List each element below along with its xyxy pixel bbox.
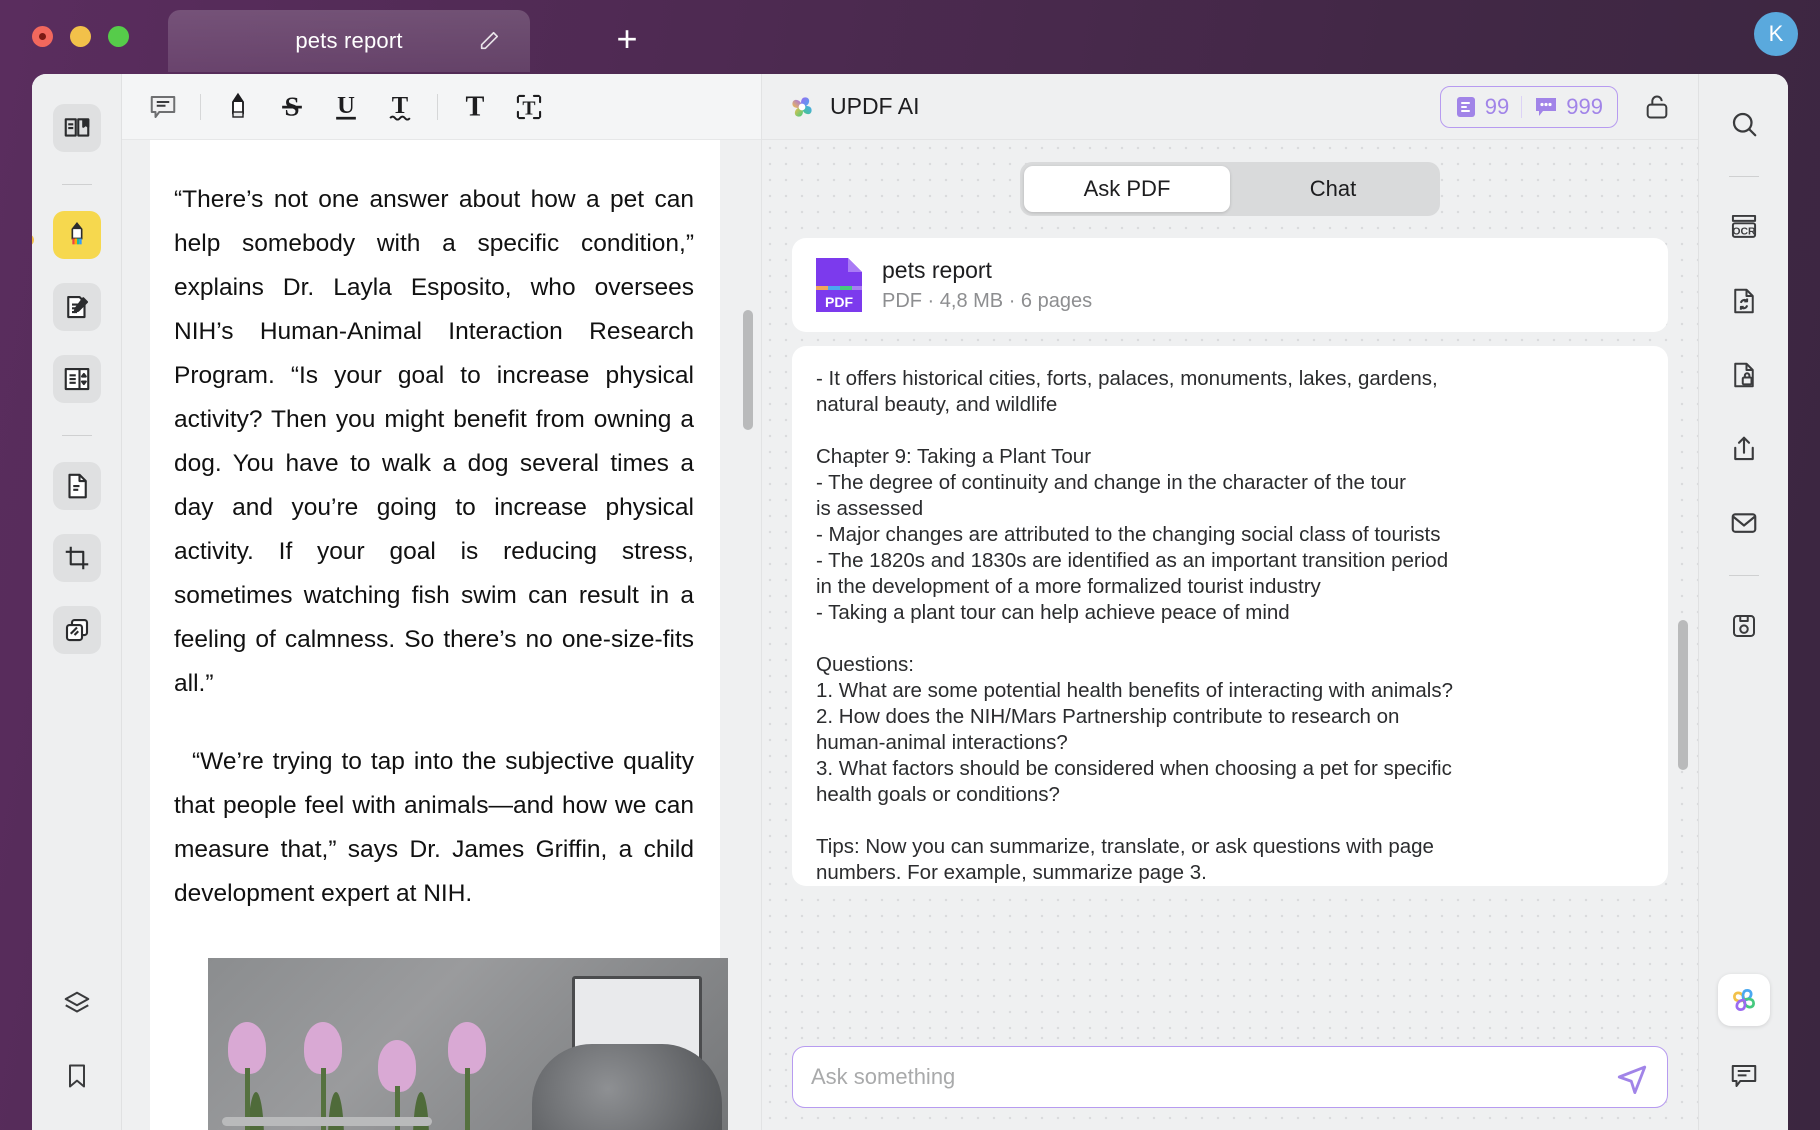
svg-text:T: T [392,92,409,119]
minimize-window-button[interactable] [70,26,91,47]
document-credit-icon [1455,96,1477,118]
pdf-paragraph-2: “We’re trying to tap into the subjective… [174,740,694,916]
search-icon[interactable] [1720,100,1768,148]
share-icon[interactable] [1720,425,1768,473]
document-tab[interactable]: pets report [168,10,530,72]
ai-answer-text: - It offers historical cities, forts, pa… [792,346,1668,886]
underline-icon[interactable]: U [319,85,373,129]
pdf-paragraph-1: “There’s not one answer about how a pet … [174,178,694,706]
rail-divider-1 [62,184,92,185]
text-icon[interactable]: T [448,85,502,129]
ai-composer [762,1030,1698,1130]
chat-credit-count: 999 [1566,94,1603,120]
pdf-image [208,958,728,1130]
ai-file-info: pets report PDF · 4,8 MB · 6 pages [882,257,1092,313]
chat-credit-icon [1534,96,1558,118]
new-tab-button[interactable]: + [610,24,644,58]
app-window: pets report + K [0,0,1820,1130]
titlebar: pets report + K [0,0,1820,78]
avatar[interactable]: K [1754,12,1798,56]
toolbar-divider-2 [437,94,438,120]
pdf-image-cat [532,1044,722,1130]
toolbar-divider-1 [200,94,201,120]
ai-file-card[interactable]: PDF pets report PDF · 4,8 MB · 6 pages [792,238,1668,332]
right-divider-1 [1729,176,1759,177]
tab-chat[interactable]: Chat [1230,166,1436,212]
crop-icon[interactable] [53,534,101,582]
ai-conversation-area: Ask PDF Chat PDF [762,140,1698,1030]
close-window-button[interactable] [32,26,53,47]
updf-ai-icon[interactable] [1718,974,1770,1026]
edit-pdf-icon[interactable] [53,283,101,331]
ai-title: UPDF AI [830,93,919,120]
ai-input-wrapper[interactable] [792,1046,1668,1108]
unlock-credits-icon[interactable] [1640,90,1674,124]
text-box-icon[interactable]: T [502,85,556,129]
convert-pdf-icon[interactable] [53,462,101,510]
pdf-page: “There’s not one answer about how a pet … [150,140,720,1130]
save-icon[interactable] [1720,602,1768,650]
svg-text:T: T [522,97,535,119]
pdf-vertical-scrollbar[interactable] [743,310,753,430]
ai-prompt-input[interactable] [811,1064,1615,1090]
email-icon[interactable] [1720,499,1768,547]
right-divider-2 [1729,575,1759,576]
comment-icon[interactable] [1720,1052,1768,1100]
highlighter-icon[interactable] [53,211,101,259]
squiggly-underline-icon[interactable]: T [373,85,427,129]
active-tool-indicator [32,234,34,246]
highlight-marker-icon[interactable] [211,85,265,129]
ai-file-name: pets report [882,257,1092,284]
ai-credits-badge[interactable]: 99 999 [1440,86,1618,128]
pdf-scroll-area[interactable]: “There’s not one answer about how a pet … [122,140,761,1130]
document-credit-count: 99 [1485,94,1509,120]
convert-document-icon[interactable] [1720,277,1768,325]
ai-file-meta: PDF · 4,8 MB · 6 pages [882,290,1092,313]
layers-icon[interactable] [53,980,101,1028]
right-tool-rail: OCR [1698,74,1788,1130]
send-icon[interactable] [1615,1060,1649,1094]
protect-document-icon[interactable] [1720,351,1768,399]
strikethrough-icon[interactable]: S [265,85,319,129]
document-credits: 99 [1455,94,1509,120]
svg-text:PDF: PDF [825,294,853,310]
ocr-icon[interactable]: OCR [1720,203,1768,251]
ai-mode-tabs: Ask PDF Chat [1020,162,1440,216]
ai-pane: UPDF AI 99 [762,74,1698,1130]
rail-divider-2 [62,435,92,436]
document-tab-label: pets report [295,28,402,54]
sticky-note-icon[interactable] [136,85,190,129]
batch-icon[interactable] [53,606,101,654]
updf-ai-logo [786,91,818,123]
maximize-window-button[interactable] [108,26,129,47]
pdf-pane: S U T [122,74,762,1130]
annotation-toolbar: S U T [122,74,761,140]
ai-header: UPDF AI 99 [762,74,1698,140]
credits-divider [1521,96,1522,118]
reader-view-icon[interactable] [53,104,101,152]
svg-text:U: U [337,92,355,119]
ai-vertical-scrollbar[interactable] [1678,620,1688,770]
chat-credits: 999 [1534,94,1603,120]
svg-text:T: T [466,91,485,122]
traffic-lights [32,26,129,47]
page-organize-icon[interactable] [53,355,101,403]
app-body: S U T [32,74,1788,1130]
bookmark-icon[interactable] [53,1052,101,1100]
pdf-file-icon: PDF [814,256,864,314]
tab-ask-pdf[interactable]: Ask PDF [1024,166,1230,212]
avatar-initial: K [1769,21,1784,47]
left-tool-rail [32,74,122,1130]
rename-pencil-icon[interactable] [478,30,500,52]
pdf-horizontal-scrollbar[interactable] [222,1117,432,1126]
svg-text:OCR: OCR [1732,226,1756,237]
